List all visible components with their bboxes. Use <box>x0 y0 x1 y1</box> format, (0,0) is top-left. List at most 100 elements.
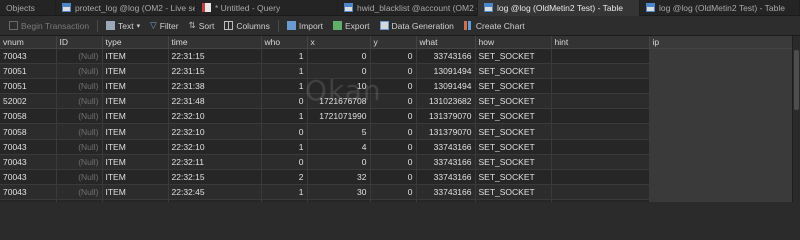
table-cell-y[interactable]: 0 <box>370 93 417 110</box>
table-cell-what[interactable]: 33743166 <box>416 48 476 64</box>
table-cell-vnum[interactable]: 70051 <box>0 78 57 95</box>
table-cell-what[interactable]: 33743166 <box>416 199 476 202</box>
table-cell-who[interactable]: 1 <box>261 78 308 95</box>
table-cell-type[interactable]: ITEM <box>102 184 169 201</box>
table-row[interactable]: 70043 (Null) ITEM 22:32:10 1 4 0 33743166 SET_SO… <box>0 139 798 155</box>
filter-button[interactable]: ▽ Filter <box>145 18 183 34</box>
table-cell-x[interactable]: 0 <box>307 63 371 79</box>
table-cell-y[interactable]: 0 <box>370 154 417 171</box>
table-cell-ip[interactable] <box>649 63 798 79</box>
tab-untitled-query[interactable]: * Untitled - Query <box>196 0 338 16</box>
table-cell-how[interactable]: SET_SOCKET <box>475 48 552 64</box>
table-row[interactable]: 52002 (Null) ITEM 22:31:48 0 1721676708 0 13102… <box>0 93 798 110</box>
table-cell-type[interactable]: ITEM <box>102 93 169 110</box>
table-row[interactable]: 70043 (Null) ITEM 22:32:45 1 30 0 33743166 SET_S… <box>0 184 798 201</box>
table-cell-id[interactable]: (Null) <box>56 123 103 140</box>
table-cell-hint[interactable] <box>551 184 650 201</box>
table-row[interactable]: 70043(Null)ITEM22:33:4810033743166SET_SO… <box>0 199 798 202</box>
export-button[interactable]: Export <box>328 18 375 34</box>
table-cell-x[interactable]: 4 <box>307 139 371 155</box>
table-cell-vnum[interactable]: 70043 <box>0 139 57 155</box>
table-cell-how[interactable]: SET_SOCKET <box>475 93 552 110</box>
tab-log-active[interactable]: log @log (OldMetin2 Test) - Table <box>478 0 640 16</box>
table-cell-ip[interactable] <box>649 169 798 186</box>
table-cell-who[interactable]: 0 <box>261 93 308 110</box>
table-cell-what[interactable]: 131379070 <box>416 108 476 125</box>
table-cell-vnum[interactable]: 70043 <box>0 169 57 186</box>
table-cell-who[interactable]: 0 <box>261 154 308 171</box>
table-cell-hint[interactable] <box>551 199 650 202</box>
table-cell-who[interactable]: 1 <box>261 108 308 125</box>
data-generation-button[interactable]: Data Generation <box>375 18 459 34</box>
table-cell-ip[interactable] <box>649 199 798 202</box>
table-cell-ip[interactable] <box>649 78 798 95</box>
table-cell-x[interactable]: 0 <box>307 48 371 64</box>
table-cell-time[interactable]: 22:31:38 <box>168 78 262 95</box>
table-cell-time[interactable]: 22:33:48 <box>168 199 262 202</box>
table-cell-time[interactable]: 22:32:11 <box>168 154 262 171</box>
table-cell-what[interactable]: 33743166 <box>416 184 476 201</box>
table-cell-who[interactable]: 1 <box>261 63 308 79</box>
table-cell-what[interactable]: 131379070 <box>416 123 476 140</box>
table-cell-id[interactable]: (Null) <box>56 78 103 95</box>
table-cell-who[interactable]: 1 <box>261 48 308 64</box>
text-button[interactable]: Text ▾ <box>101 18 145 34</box>
table-row[interactable]: 70058 (Null) ITEM 22:32:10 1 1721071990 0 13137… <box>0 108 798 125</box>
table-cell-hint[interactable] <box>551 139 650 155</box>
table-cell-hint[interactable] <box>551 78 650 95</box>
table-cell-what[interactable]: 33743166 <box>416 154 476 171</box>
table-cell-vnum[interactable]: 70058 <box>0 123 57 140</box>
table-cell-x[interactable]: 0 <box>307 199 371 202</box>
table-cell-x[interactable]: 1721071990 <box>307 108 371 125</box>
table-cell-type[interactable]: ITEM <box>102 78 169 95</box>
table-cell-hint[interactable] <box>551 48 650 64</box>
table-cell-what[interactable]: 33743166 <box>416 169 476 186</box>
table-cell-id[interactable]: (Null) <box>56 48 103 64</box>
table-cell-who[interactable]: 2 <box>261 169 308 186</box>
table-cell-type[interactable]: ITEM <box>102 123 169 140</box>
column-header-what[interactable]: what <box>416 36 476 49</box>
table-cell-ip[interactable] <box>649 93 798 110</box>
table-cell-time[interactable]: 22:32:10 <box>168 123 262 140</box>
column-header-x[interactable]: x <box>307 36 371 49</box>
tab-log[interactable]: log @log (OldMetin2 Test) - Table <box>640 0 800 16</box>
data-grid[interactable]: vnum ID type time who x y what how hint … <box>0 36 800 202</box>
table-cell-x[interactable]: 1721676708 <box>307 93 371 110</box>
table-cell-type[interactable]: ITEM <box>102 154 169 171</box>
table-cell-hint[interactable] <box>551 63 650 79</box>
table-cell-vnum[interactable]: 70058 <box>0 108 57 125</box>
table-cell-y[interactable]: 0 <box>370 139 417 155</box>
table-row[interactable]: 70043 (Null) ITEM 22:32:15 2 32 0 33743166 SET_S… <box>0 169 798 186</box>
table-cell-id[interactable]: (Null) <box>56 93 103 110</box>
table-cell-ip[interactable] <box>649 123 798 140</box>
table-cell-x[interactable]: 5 <box>307 123 371 140</box>
table-cell-how[interactable]: SET_SOCKET <box>475 123 552 140</box>
table-cell-y[interactable]: 0 <box>370 184 417 201</box>
table-cell-what[interactable]: 13091494 <box>416 63 476 79</box>
table-cell-time[interactable]: 22:32:45 <box>168 184 262 201</box>
table-row[interactable]: 70043 (Null) ITEM 22:31:15 1 0 0 33743166 SET_SO… <box>0 48 798 64</box>
table-row[interactable]: 70051 (Null) ITEM 22:31:15 1 0 0 13091494 SET_SO… <box>0 63 798 79</box>
table-cell-how[interactable]: SET_SOCKET <box>475 78 552 95</box>
table-cell-what[interactable]: 131023682 <box>416 93 476 110</box>
table-cell-hint[interactable] <box>551 169 650 186</box>
table-cell-what[interactable]: 33743166 <box>416 139 476 155</box>
table-cell-type[interactable]: ITEM <box>102 139 169 155</box>
table-cell-id[interactable]: (Null) <box>56 169 103 186</box>
table-cell-vnum[interactable]: 52002 <box>0 93 57 110</box>
table-cell-ip[interactable] <box>649 108 798 125</box>
begin-transaction-button[interactable]: Begin Transaction <box>4 18 94 34</box>
columns-button[interactable]: Columns <box>219 18 275 34</box>
column-header-how[interactable]: how <box>475 36 552 49</box>
table-cell-y[interactable]: 0 <box>370 63 417 79</box>
table-cell-ip[interactable] <box>649 184 798 201</box>
table-cell-vnum[interactable]: 70043 <box>0 184 57 201</box>
table-cell-how[interactable]: SET_SOCKET <box>475 108 552 125</box>
table-cell-who[interactable]: 1 <box>261 139 308 155</box>
table-cell-type[interactable]: ITEM <box>102 48 169 64</box>
column-header-ip[interactable]: ip <box>649 36 798 49</box>
column-header-time[interactable]: time <box>168 36 262 49</box>
vertical-scrollbar[interactable] <box>792 36 800 202</box>
table-cell-ip[interactable] <box>649 48 798 64</box>
table-cell-y[interactable]: 0 <box>370 108 417 125</box>
